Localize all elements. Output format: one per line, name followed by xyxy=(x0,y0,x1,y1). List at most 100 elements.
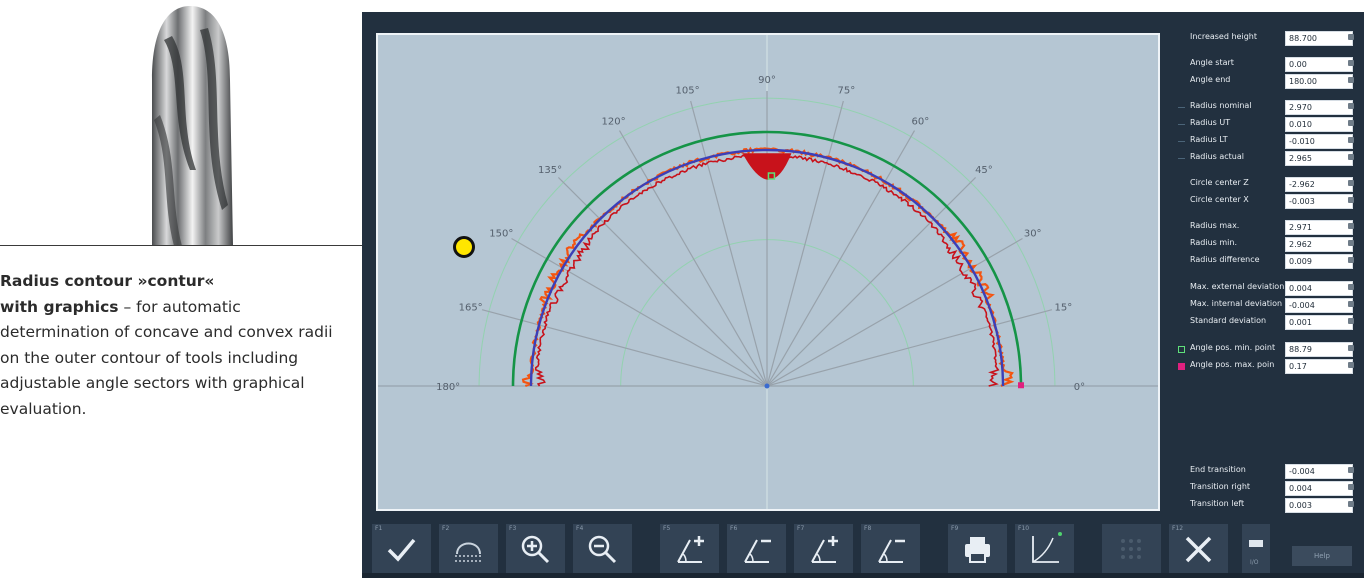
param-value-field[interactable]: 0.009 xyxy=(1285,254,1353,269)
angle-start-minus-button[interactable]: F6 xyxy=(727,524,786,574)
param-value-field[interactable]: -0.003 xyxy=(1285,194,1353,209)
lock-icon[interactable] xyxy=(1348,103,1354,109)
lock-icon[interactable] xyxy=(1348,484,1354,490)
param-value-field[interactable]: 88.79 xyxy=(1285,342,1353,357)
param-label: Radius actual xyxy=(1190,152,1244,161)
confirm-button[interactable]: F1 xyxy=(372,524,431,574)
close-icon xyxy=(1185,536,1212,563)
grid-button[interactable] xyxy=(1102,524,1161,574)
lock-icon[interactable] xyxy=(1348,154,1354,160)
lock-icon[interactable] xyxy=(1348,501,1354,507)
param-value-field[interactable]: -0.010 xyxy=(1285,134,1353,149)
angle-ray xyxy=(766,100,844,387)
param-value-field[interactable]: 88.700 xyxy=(1285,31,1353,46)
param-row: Angle end 180.00 xyxy=(1172,74,1358,89)
param-value-field[interactable]: 0.17 xyxy=(1285,359,1353,374)
parameter-panel: Increased height 88.700 Angle start 0.00 Ang… xyxy=(1172,28,1358,518)
angle-ray xyxy=(766,309,1053,387)
lock-icon[interactable] xyxy=(1348,180,1354,186)
lock-icon[interactable] xyxy=(1348,345,1354,351)
fkey-label: F1 xyxy=(375,525,383,532)
param-label: Transition right xyxy=(1190,482,1251,491)
lock-icon[interactable] xyxy=(1348,223,1354,229)
lock-icon[interactable] xyxy=(1348,60,1354,66)
zoom-out-button[interactable]: F4 xyxy=(573,524,632,574)
param-value-field[interactable]: 0.00 xyxy=(1285,57,1353,72)
lock-icon[interactable] xyxy=(1348,467,1354,473)
angle-label: 150° xyxy=(489,229,513,240)
lock-icon[interactable] xyxy=(1348,362,1354,368)
io-label: I/O xyxy=(1250,559,1259,566)
fkey-label: F9 xyxy=(951,525,959,532)
param-row: Radius LT -0.010 xyxy=(1172,134,1358,149)
param-value-field[interactable]: 2.970 xyxy=(1285,100,1353,115)
max-point-marker xyxy=(1017,382,1024,389)
angle-label: 30° xyxy=(1024,229,1042,240)
param-label: Radius min. xyxy=(1190,238,1237,247)
lock-icon[interactable] xyxy=(1348,77,1354,83)
checkmark-icon xyxy=(387,538,416,562)
caption-highlight-2: with graphics xyxy=(0,297,119,316)
contour-select-button[interactable]: F2 xyxy=(439,524,498,574)
zoom-out-icon xyxy=(588,535,617,564)
param-value-field[interactable]: 2.965 xyxy=(1285,151,1353,166)
lock-icon[interactable] xyxy=(1348,240,1354,246)
param-label: Increased height xyxy=(1190,32,1257,41)
angle-start-plus-button[interactable]: F5 xyxy=(660,524,719,574)
zoom-in-icon xyxy=(521,535,550,564)
io-button[interactable]: I/O xyxy=(1242,524,1270,574)
lock-icon[interactable] xyxy=(1348,197,1354,203)
param-label: Angle pos. min. point xyxy=(1190,343,1276,352)
lock-icon[interactable] xyxy=(1348,301,1354,307)
param-row: Radius difference 0.009 xyxy=(1172,254,1358,269)
fkey-label: F2 xyxy=(442,525,450,532)
lock-icon[interactable] xyxy=(1348,284,1354,290)
param-value-field[interactable]: 180.00 xyxy=(1285,74,1353,89)
zoom-in-button[interactable]: F3 xyxy=(506,524,565,574)
legend-dash-icon xyxy=(1178,107,1185,108)
cancel-button[interactable]: F12 xyxy=(1169,524,1228,574)
param-value-field[interactable]: -2.962 xyxy=(1285,177,1353,192)
param-row: Circle center X -0.003 xyxy=(1172,194,1358,209)
callout-marker-icon xyxy=(453,236,475,258)
print-button[interactable]: F9 xyxy=(948,524,1007,574)
param-value-field[interactable]: 0.010 xyxy=(1285,117,1353,132)
angle-end-minus-button[interactable]: F8 xyxy=(861,524,920,574)
param-label: Circle center Z xyxy=(1190,178,1249,187)
param-value-field[interactable]: 0.004 xyxy=(1285,281,1353,296)
param-value-field[interactable]: 0.003 xyxy=(1285,498,1353,513)
param-row: Radius min. 2.962 xyxy=(1172,237,1358,252)
param-label: Radius LT xyxy=(1190,135,1228,144)
angle-plus-icon xyxy=(677,536,704,563)
center-point xyxy=(764,383,770,389)
fkey-label: F5 xyxy=(663,525,671,532)
lock-icon[interactable] xyxy=(1348,257,1354,263)
contour-plot: 0° 15° 30° 45° 60° 75° 90° 105° 120° 135° 150° 165°… xyxy=(376,33,1160,511)
angle-ray xyxy=(481,309,768,387)
angle-end-plus-button[interactable]: F7 xyxy=(794,524,853,574)
legend-dash-icon xyxy=(1178,124,1185,125)
param-row: Radius max. 2.971 xyxy=(1172,220,1358,235)
param-value-field[interactable]: 2.971 xyxy=(1285,220,1353,235)
lock-icon[interactable] xyxy=(1348,137,1354,143)
param-value-field[interactable]: -0.004 xyxy=(1285,298,1353,313)
param-value-field[interactable]: 0.001 xyxy=(1285,315,1353,330)
param-label: Radius max. xyxy=(1190,221,1240,230)
arc-select-icon xyxy=(455,542,482,562)
fkey-label: F8 xyxy=(864,525,872,532)
feature-caption: Radius contour »contur« with graphics – … xyxy=(0,269,340,422)
param-value-field[interactable]: 2.962 xyxy=(1285,237,1353,252)
param-value-field[interactable]: 0.004 xyxy=(1285,481,1353,496)
param-value-field[interactable]: -0.004 xyxy=(1285,464,1353,479)
help-button[interactable]: Help xyxy=(1292,546,1352,566)
angle-ray xyxy=(766,237,1023,387)
param-row: Transition right 0.004 xyxy=(1172,481,1358,496)
angle-label: 165° xyxy=(459,303,483,314)
angle-ray xyxy=(766,176,977,387)
angle-label: 45° xyxy=(975,165,993,176)
lock-icon[interactable] xyxy=(1348,120,1354,126)
angle-minus-icon xyxy=(878,539,905,563)
lock-icon[interactable] xyxy=(1348,318,1354,324)
radius-toggle-button[interactable]: F10 xyxy=(1015,524,1074,574)
lock-icon[interactable] xyxy=(1348,34,1354,40)
